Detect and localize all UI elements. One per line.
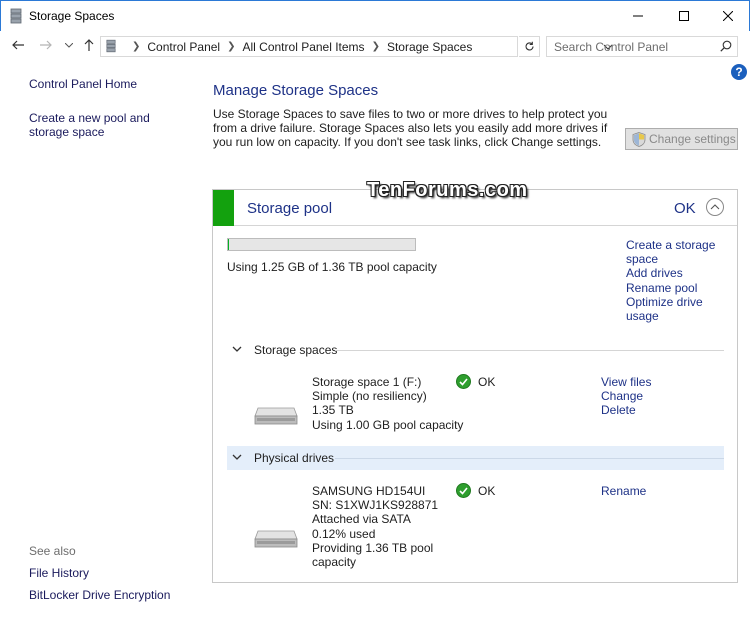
search-icon[interactable]: [720, 40, 732, 52]
close-icon: [723, 11, 733, 21]
search-box[interactable]: [546, 36, 738, 57]
breadcrumb-storage-spaces[interactable]: Storage Spaces: [387, 40, 472, 54]
tenforums-watermark: TenForums.com: [367, 179, 528, 201]
breadcrumb-control-panel[interactable]: Control Panel: [147, 40, 220, 54]
file-history-link[interactable]: File History: [29, 566, 89, 580]
window-title: Storage Spaces: [29, 9, 115, 23]
physical-drive-links: Rename: [601, 484, 646, 498]
storage-space-resiliency: Simple (no resiliency): [312, 389, 427, 404]
uac-shield-icon: [632, 131, 646, 147]
storage-spaces-heading: Storage spaces: [254, 343, 338, 357]
storage-space-size: 1.35 TB: [312, 403, 354, 418]
arrow-up-icon: [84, 39, 94, 51]
forward-button[interactable]: [37, 36, 55, 54]
page-description: Use Storage Spaces to save files to two …: [213, 107, 608, 150]
maximize-icon: [679, 11, 689, 21]
change-settings-label: Change settings: [649, 132, 736, 146]
pool-capacity-bar: [227, 238, 416, 251]
chevron-up-icon: [710, 204, 720, 210]
drive-connection: Attached via SATA: [312, 512, 411, 527]
storage-space-usage: Using 1.00 GB pool capacity: [312, 417, 464, 432]
search-input[interactable]: [547, 37, 717, 56]
control-panel-home-link[interactable]: Control Panel Home: [29, 77, 137, 91]
left-pane: [0, 60, 196, 621]
address-row: ❯ Control Panel ❯ All Control Panel Item…: [0, 31, 750, 60]
drive-serial: SN: S1XWJ1KS928871: [312, 498, 439, 513]
maximize-button[interactable]: [661, 1, 707, 31]
minimize-button[interactable]: [615, 1, 661, 31]
title-bar: Storage Spaces: [0, 0, 750, 31]
storage-space-details: Storage space 1 (F:) Simple (no resilien…: [312, 375, 463, 432]
close-button[interactable]: [705, 1, 750, 31]
physical-drive-status: OK: [456, 483, 495, 498]
section-divider: [335, 350, 724, 351]
refresh-icon: [525, 41, 534, 51]
storage-spaces-icon: [106, 39, 116, 53]
drive-capacity: Providing 1.36 TB pool capacity: [312, 540, 434, 570]
pool-usage-text: Using 1.25 GB of 1.36 TB pool capacity: [227, 260, 437, 274]
optimize-drive-usage-link[interactable]: Optimize drive usage: [626, 295, 731, 323]
storage-space-status-label: OK: [478, 374, 496, 389]
minimize-icon: [633, 15, 643, 17]
drive-icon: [254, 407, 298, 425]
breadcrumb: ❯ Control Panel ❯ All Control Panel Item…: [125, 40, 472, 54]
chevron-right-icon: ❯: [132, 41, 141, 52]
physical-drive-details: SAMSUNG HD154UI SN: S1XWJ1KS928871 Attac…: [312, 484, 442, 569]
pool-task-links: Create a storage space Add drives Rename…: [626, 238, 731, 323]
recent-locations-button[interactable]: [60, 36, 78, 54]
rename-drive-link[interactable]: Rename: [601, 484, 646, 498]
refresh-button[interactable]: [519, 36, 540, 57]
create-storage-space-link[interactable]: Create a storage space: [626, 238, 731, 266]
storage-space-status: OK: [456, 374, 495, 389]
chevron-right-icon[interactable]: ❯: [372, 40, 380, 54]
arrow-left-icon: [12, 40, 24, 50]
add-drives-link[interactable]: Add drives: [626, 266, 731, 280]
chevron-down-icon: [65, 42, 73, 48]
page-title: Manage Storage Spaces: [213, 82, 379, 99]
pool-status-stripe: [213, 190, 234, 226]
delete-link[interactable]: Delete: [601, 403, 651, 417]
physical-drives-heading: Physical drives: [254, 451, 335, 465]
ok-check-icon: [456, 374, 471, 389]
create-pool-link[interactable]: Create a new pool and storage space: [29, 111, 189, 139]
back-button[interactable]: [9, 36, 27, 54]
drive-used: 0.12% used: [312, 526, 376, 541]
drive-icon: [254, 530, 298, 548]
physical-drive-status-label: OK: [478, 483, 496, 498]
breadcrumb-all-items[interactable]: All Control Panel Items: [243, 40, 365, 54]
collapse-button[interactable]: [706, 198, 724, 216]
chevron-right-icon[interactable]: ❯: [227, 40, 235, 54]
rename-pool-link[interactable]: Rename pool: [626, 281, 731, 295]
storage-spaces-section-header[interactable]: Storage spaces: [227, 338, 724, 362]
arrow-right-icon: [40, 40, 52, 50]
see-also-label: See also: [29, 544, 76, 558]
view-files-link[interactable]: View files: [601, 375, 651, 389]
ok-check-icon: [456, 483, 471, 498]
physical-drives-section-header[interactable]: Physical drives: [227, 446, 724, 470]
storage-space-name: Storage space 1 (F:): [312, 375, 422, 389]
change-settings-button[interactable]: Change settings: [625, 128, 738, 150]
chevron-down-icon: [232, 346, 242, 352]
section-divider: [335, 458, 724, 459]
storage-pool-title: Storage pool: [247, 200, 333, 217]
up-button[interactable]: [80, 36, 98, 54]
storage-pool-status: OK: [674, 200, 696, 217]
chevron-down-icon: [232, 454, 242, 460]
change-link[interactable]: Change: [601, 389, 651, 403]
help-icon[interactable]: ?: [731, 64, 747, 80]
address-bar[interactable]: ❯ Control Panel ❯ All Control Panel Item…: [100, 36, 613, 57]
storage-space-links: View files Change Delete: [601, 375, 651, 418]
bitlocker-link[interactable]: BitLocker Drive Encryption: [29, 588, 170, 602]
storage-spaces-icon: [10, 8, 22, 24]
drive-model: SAMSUNG HD154UI: [312, 484, 426, 498]
